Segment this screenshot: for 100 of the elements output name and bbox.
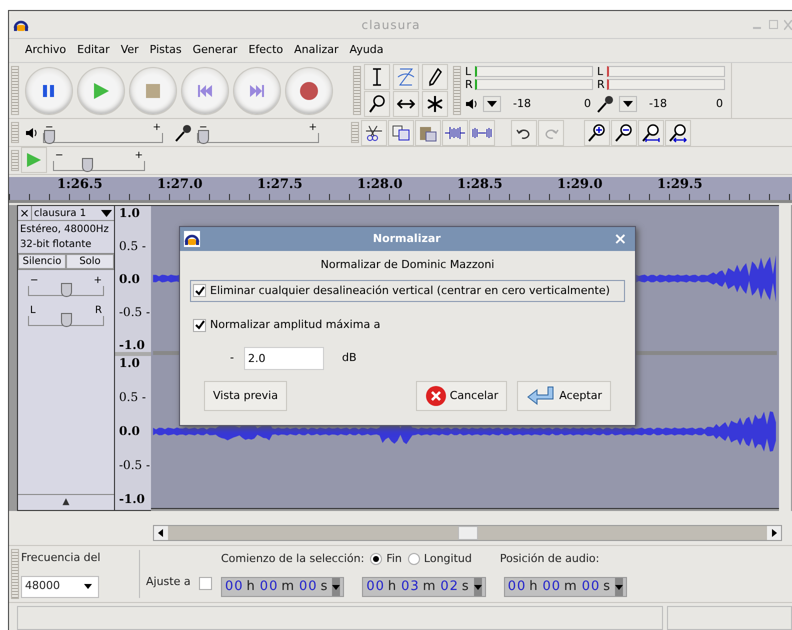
- time-digits: 00: [225, 578, 244, 596]
- time-field[interactable]: 00 h 00 m 00 s: [221, 577, 344, 598]
- toolbar-grip[interactable]: [11, 549, 19, 599]
- cancel-button[interactable]: Cancelar: [416, 381, 508, 411]
- channel-label: R: [597, 78, 606, 90]
- ok-button[interactable]: Aceptar: [517, 381, 611, 411]
- envelope-tool[interactable]: [393, 64, 419, 90]
- toolbar-grip[interactable]: [11, 150, 19, 171]
- solo-button[interactable]: Solo: [66, 254, 114, 269]
- checkbox[interactable]: [193, 284, 206, 298]
- time-field[interactable]: 00 h 00 m 00 s: [504, 577, 628, 598]
- collapse-track-button[interactable]: ▲: [18, 494, 114, 510]
- checkbox[interactable]: [193, 318, 206, 332]
- slider-max-label: +: [152, 122, 161, 132]
- toolbar-grip[interactable]: [351, 122, 359, 143]
- waveform-silence-icon: [472, 126, 492, 140]
- scrollbar-thumb[interactable]: [458, 526, 478, 540]
- rate-combo-box[interactable]: 48000: [21, 576, 99, 598]
- fit-project-button[interactable]: [665, 120, 691, 146]
- time-unit: h: [246, 578, 256, 596]
- checkbox-option[interactable]: Normalizar amplitud máxima a: [190, 314, 625, 336]
- selection-start-label: Comienzo de la selección:: [221, 550, 364, 567]
- envelope-icon: [396, 67, 416, 87]
- menu-item[interactable]: Analizar: [294, 42, 339, 59]
- record-button[interactable]: [285, 66, 333, 114]
- prefix-label: -: [230, 350, 234, 366]
- fit-selection-button[interactable]: [638, 120, 664, 146]
- time-digits: 03: [401, 578, 420, 596]
- slider-track[interactable]: [28, 286, 104, 296]
- channel-label: L: [597, 66, 604, 78]
- caret-icon: [84, 584, 92, 590]
- checkbox-option[interactable]: Eliminar cualquier desalineación vertical (centrar en cero verticalmente): [190, 280, 625, 302]
- time-unit: s: [320, 578, 328, 596]
- amplitude-label: 0.0: [119, 272, 141, 286]
- draw-tool[interactable]: [422, 64, 448, 90]
- vertical-scrollbar[interactable]: [779, 205, 791, 511]
- scroll-left-icon[interactable]: [154, 526, 168, 540]
- zoom-tool[interactable]: [364, 91, 390, 117]
- menu-item[interactable]: Generar: [192, 42, 238, 59]
- trim-button[interactable]: [442, 120, 468, 146]
- slider-track[interactable]: [43, 132, 163, 142]
- radio-button[interactable]: Fin: [370, 550, 402, 568]
- copy-button[interactable]: [388, 120, 414, 146]
- slider-thumb[interactable]: [60, 313, 72, 327]
- toolbar-grip[interactable]: [11, 122, 19, 143]
- zoom-out-button[interactable]: [611, 120, 637, 146]
- timeline-ruler[interactable]: 1:26.5 1:27.0 1:27.5 1:28.0 1:28.5 1:29.0 1:29.5: [9, 177, 792, 203]
- menu-item[interactable]: Archivo: [25, 42, 66, 59]
- window-title: clausura: [360, 16, 422, 34]
- amount-field[interactable]: 2.0: [244, 346, 324, 370]
- toolbar-grip[interactable]: [353, 66, 361, 115]
- selection-tool[interactable]: [364, 64, 390, 90]
- slider-track[interactable]: [53, 160, 145, 170]
- time-unit: s: [603, 578, 612, 596]
- slider-track[interactable]: [197, 132, 319, 142]
- slider-thumb[interactable]: [82, 158, 93, 172]
- menu-item[interactable]: Ver: [120, 42, 139, 59]
- slider-thumb[interactable]: [198, 130, 209, 144]
- meter-scale-label: -18: [649, 96, 667, 112]
- undo-button[interactable]: [511, 120, 537, 146]
- time-shift-tool[interactable]: [393, 91, 419, 117]
- return-arrow-icon: [526, 385, 556, 407]
- toolbar-grip[interactable]: [453, 66, 461, 115]
- pencil-icon: [428, 68, 442, 86]
- time-field[interactable]: 00 h 03 m 02 s: [362, 577, 486, 598]
- speaker-icon: [465, 98, 479, 110]
- close-track-button[interactable]: ×: [18, 206, 32, 220]
- scroll-right-icon[interactable]: [767, 526, 781, 540]
- menu-item[interactable]: Ayuda: [350, 42, 384, 59]
- preview-button[interactable]: Vista previa: [204, 381, 287, 411]
- menu-item[interactable]: Pistas: [150, 42, 182, 59]
- zoom-in-button[interactable]: [584, 120, 610, 146]
- track-name-menu[interactable]: clausura 1: [32, 206, 114, 220]
- dropdown-button[interactable]: [619, 96, 637, 112]
- time-label: 1:26.5: [57, 177, 104, 193]
- stop-icon: [146, 84, 160, 98]
- toolbar-grip[interactable]: [11, 66, 19, 115]
- dropdown-button[interactable]: [483, 96, 501, 112]
- checkbox[interactable]: [198, 577, 212, 590]
- horizontal-scrollbar[interactable]: [153, 525, 782, 541]
- time-digits: 00: [299, 578, 318, 596]
- slider-thumb[interactable]: [44, 130, 55, 144]
- cut-button[interactable]: [361, 120, 387, 146]
- slider-track[interactable]: [28, 316, 104, 326]
- unit-label: dB: [342, 350, 357, 366]
- time-label: 1:27.5: [257, 177, 304, 193]
- slider-thumb[interactable]: [60, 283, 72, 297]
- radio-button[interactable]: Longitud: [408, 550, 472, 568]
- menu-item[interactable]: Editar: [77, 42, 110, 59]
- pause-button[interactable]: [25, 66, 73, 114]
- menu-item[interactable]: Efecto: [248, 42, 284, 59]
- silence-button[interactable]: [469, 120, 495, 146]
- paste-button[interactable]: [415, 120, 441, 146]
- skip-to-start-button[interactable]: [181, 66, 229, 114]
- skip-to-end-button[interactable]: [233, 66, 281, 114]
- multi-tool[interactable]: [422, 91, 448, 117]
- time-label: 1:29.0: [557, 177, 604, 193]
- mute-button[interactable]: Silencio: [18, 254, 66, 269]
- amplitude-label: 1.0: [119, 356, 141, 370]
- slider-min-label: −: [45, 122, 54, 132]
